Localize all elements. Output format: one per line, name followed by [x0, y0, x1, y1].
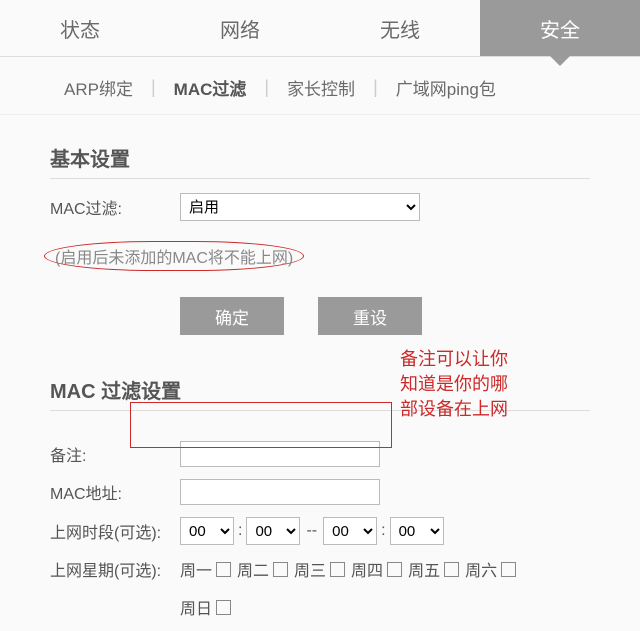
- section-divider: [50, 410, 590, 411]
- ok-button[interactable]: 确定: [180, 297, 284, 335]
- section-title-filter: MAC 过滤设置: [50, 375, 640, 404]
- checkbox-thu[interactable]: [387, 562, 402, 577]
- input-remark[interactable]: [180, 441, 380, 467]
- checkbox-fri[interactable]: [444, 562, 459, 577]
- day-sat[interactable]: 周六: [465, 557, 516, 581]
- day-label: 周一: [180, 557, 212, 581]
- label-mac-filter: MAC过滤:: [50, 195, 180, 219]
- dash: --: [306, 522, 317, 540]
- day-sun[interactable]: 周日: [180, 595, 231, 619]
- tab-security[interactable]: 安全: [480, 0, 640, 56]
- row-mac-filter: MAC过滤: 启用: [50, 193, 640, 221]
- label-mac-address: MAC地址:: [50, 480, 180, 504]
- day-wed[interactable]: 周三: [294, 557, 345, 581]
- day-label: 周六: [465, 557, 497, 581]
- colon: :: [238, 522, 242, 540]
- section-title-basic: 基本设置: [50, 143, 640, 172]
- annotation-text: 备注可以让你 知道是你的哪 部设备在上网: [400, 347, 508, 423]
- separator: |: [359, 77, 392, 98]
- day-label: 周四: [351, 557, 383, 581]
- button-row: 确定 重设: [180, 297, 640, 335]
- label-time-range: 上网时段(可选):: [50, 519, 180, 543]
- subtab-mac-filter[interactable]: MAC过滤: [170, 75, 251, 100]
- day-label: 周三: [294, 557, 326, 581]
- label-weekdays: 上网星期(可选):: [50, 557, 180, 581]
- separator: |: [137, 77, 170, 98]
- weekday-group: 周一 周二 周三 周四 周五 周六 周日: [180, 557, 540, 619]
- row-time-range: 上网时段(可选): 00 : 00 -- 00 : 00: [50, 517, 640, 545]
- row-weekdays: 上网星期(可选): 周一 周二 周三 周四 周五 周六 周日: [50, 557, 640, 619]
- day-label: 周日: [180, 595, 212, 619]
- day-mon[interactable]: 周一: [180, 557, 231, 581]
- tab-network[interactable]: 网络: [160, 0, 320, 56]
- day-fri[interactable]: 周五: [408, 557, 459, 581]
- colon: :: [381, 522, 385, 540]
- checkbox-sun[interactable]: [216, 600, 231, 615]
- select-start-minute[interactable]: 00: [246, 517, 300, 545]
- checkbox-mon[interactable]: [216, 562, 231, 577]
- input-mac-address[interactable]: [180, 479, 380, 505]
- subtab-parent-control[interactable]: 家长控制: [283, 75, 359, 100]
- row-mac-address: MAC地址:: [50, 479, 640, 505]
- hint-text: (启用后未添加的MAC将不能上网): [44, 241, 304, 271]
- select-end-minute[interactable]: 00: [390, 517, 444, 545]
- subtab-arp[interactable]: ARP绑定: [60, 75, 137, 100]
- tab-wireless[interactable]: 无线: [320, 0, 480, 56]
- select-end-hour[interactable]: 00: [323, 517, 377, 545]
- section-divider: [50, 178, 590, 179]
- reset-button[interactable]: 重设: [318, 297, 422, 335]
- subtab-wan-ping[interactable]: 广域网ping包: [392, 75, 500, 100]
- sub-nav: ARP绑定 | MAC过滤 | 家长控制 | 广域网ping包: [0, 57, 640, 110]
- main-nav: 状态 网络 无线 安全: [0, 0, 640, 56]
- day-label: 周五: [408, 557, 440, 581]
- checkbox-tue[interactable]: [273, 562, 288, 577]
- day-tue[interactable]: 周二: [237, 557, 288, 581]
- day-thu[interactable]: 周四: [351, 557, 402, 581]
- separator: |: [250, 77, 283, 98]
- select-mac-filter[interactable]: 启用: [180, 193, 420, 221]
- select-start-hour[interactable]: 00: [180, 517, 234, 545]
- label-remark: 备注:: [50, 442, 180, 466]
- checkbox-sat[interactable]: [501, 562, 516, 577]
- content-area: 基本设置 MAC过滤: 启用 (启用后未添加的MAC将不能上网) 确定 重设 M…: [0, 115, 640, 619]
- row-remark: 备注:: [50, 441, 640, 467]
- tab-status[interactable]: 状态: [0, 0, 160, 56]
- checkbox-wed[interactable]: [330, 562, 345, 577]
- day-label: 周二: [237, 557, 269, 581]
